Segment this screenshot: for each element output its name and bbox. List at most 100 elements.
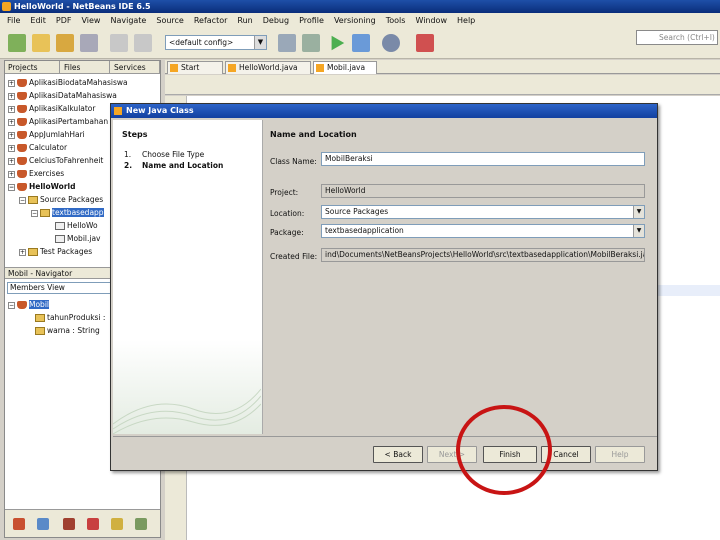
project-icon [17, 105, 27, 113]
menu-view[interactable]: View [76, 16, 105, 25]
package-label: Package: [270, 228, 304, 237]
open-project-icon[interactable] [56, 34, 74, 52]
profile-icon[interactable] [382, 34, 400, 52]
undo-icon[interactable] [110, 34, 128, 52]
start-page-icon [170, 64, 178, 72]
menu-debug[interactable]: Debug [258, 16, 294, 25]
step-choose-file-type: 1. Choose File Type [124, 150, 205, 159]
tab-mobil-java[interactable]: Mobil.java [313, 61, 377, 74]
project-field: HelloWorld [321, 184, 645, 198]
field-icon [35, 314, 45, 322]
new-project-icon[interactable] [32, 34, 50, 52]
search-placeholder: Search (Ctrl+I) [659, 33, 715, 42]
tab-start-page[interactable]: Start Page [167, 61, 223, 84]
project-icon [17, 92, 27, 100]
filter-icon[interactable] [135, 518, 147, 530]
steps-title: Steps [122, 130, 148, 139]
tree-item[interactable]: + AplikasiDataMahasiswa [8, 90, 163, 101]
created-file-field: ind\Documents\NetBeansProjects\HelloWorl… [321, 248, 645, 262]
projects-tabs: Projects Files Services [5, 61, 160, 74]
back-button[interactable]: < Back [373, 446, 423, 463]
project-icon [17, 183, 27, 191]
pdf-icon[interactable] [416, 34, 434, 52]
java-file-icon [228, 64, 236, 72]
chevron-down-icon: ▼ [633, 225, 644, 237]
chevron-down-icon[interactable]: ▼ [254, 36, 266, 49]
config-value: <default config> [169, 38, 234, 47]
project-icon [17, 131, 27, 139]
menu-bar: File Edit PDF View Navigate Source Refac… [0, 13, 720, 27]
section-title: Name and Location [270, 130, 357, 139]
tab-helloworld-java[interactable]: HelloWorld.java [225, 61, 311, 74]
project-icon [17, 144, 27, 152]
save-all-icon[interactable] [80, 34, 98, 52]
editor-toolbar [165, 75, 720, 95]
netbeans-app-icon [2, 2, 11, 11]
filter-icon[interactable] [13, 518, 25, 530]
tree-item[interactable]: + AplikasiBiodataMahasiswa [8, 77, 163, 88]
step-name-and-location: 2. Name and Location [124, 161, 224, 170]
config-select[interactable]: <default config> ▼ [165, 35, 267, 50]
dialog-title-bar: New Java Class [111, 104, 657, 118]
editor-tabs: Start Page HelloWorld.java Mobil.java [165, 60, 720, 84]
tab-files[interactable]: Files [61, 61, 110, 74]
tab-projects[interactable]: Projects [5, 61, 60, 74]
clean-build-icon[interactable] [302, 34, 320, 52]
menu-run[interactable]: Run [232, 16, 257, 25]
folder-icon [28, 248, 38, 256]
dialog-title: New Java Class [126, 106, 194, 115]
current-line-highlight [655, 285, 720, 296]
navigator-filter-bar [5, 509, 160, 537]
content-pane: Name and Location Class Name: MobilBerak… [265, 120, 657, 434]
search-input[interactable]: Search (Ctrl+I) [636, 30, 718, 45]
run-icon[interactable] [331, 35, 345, 51]
java-file-icon [55, 222, 65, 230]
editor-right-area [655, 96, 720, 540]
new-file-icon[interactable] [8, 34, 26, 52]
menu-tools[interactable]: Tools [381, 16, 411, 25]
menu-help[interactable]: Help [452, 16, 480, 25]
class-icon [17, 301, 27, 309]
main-toolbar [0, 27, 720, 59]
menu-navigate[interactable]: Navigate [105, 16, 151, 25]
menu-profile[interactable]: Profile [294, 16, 329, 25]
project-icon [17, 118, 27, 126]
help-button[interactable]: Help [595, 446, 645, 463]
class-name-label: Class Name: [270, 157, 317, 166]
steps-pane: Steps 1. Choose File Type 2. Name and Loca… [113, 120, 263, 434]
project-label: Project: [270, 188, 299, 197]
field-icon [35, 327, 45, 335]
redo-icon[interactable] [134, 34, 152, 52]
tab-services[interactable]: Services [111, 61, 160, 74]
menu-refactor[interactable]: Refactor [189, 16, 233, 25]
window-title: HelloWorld - NetBeans IDE 6.5 [14, 2, 151, 11]
location-label: Location: [270, 209, 305, 218]
decorative-wave [113, 388, 261, 434]
folder-icon [28, 196, 38, 204]
class-name-input[interactable]: MobilBeraksi [321, 152, 645, 166]
java-file-icon [55, 235, 65, 243]
dialog-separator [113, 436, 657, 437]
project-icon [17, 170, 27, 178]
build-hammer-icon[interactable] [278, 34, 296, 52]
menu-versioning[interactable]: Versioning [329, 16, 381, 25]
java-file-icon [316, 64, 324, 72]
menu-window[interactable]: Window [410, 16, 452, 25]
location-select[interactable]: Source Packages ▼ [321, 205, 645, 219]
menu-edit[interactable]: Edit [25, 16, 51, 25]
new-java-class-dialog: New Java Class Steps 1. Choose File Type … [110, 103, 658, 471]
menu-source[interactable]: Source [151, 16, 188, 25]
annotation-circle [456, 405, 552, 495]
filter-icon[interactable] [63, 518, 75, 530]
netbeans-app-icon [114, 107, 122, 115]
debug-icon[interactable] [352, 34, 370, 52]
project-icon [17, 79, 27, 87]
filter-icon[interactable] [111, 518, 123, 530]
menu-pdf[interactable]: PDF [51, 16, 77, 25]
filter-icon[interactable] [87, 518, 99, 530]
created-file-label: Created File: [270, 252, 318, 261]
menu-file[interactable]: File [2, 16, 25, 25]
package-select[interactable]: textbasedapplication ▼ [321, 224, 645, 238]
package-icon [40, 209, 50, 217]
filter-icon[interactable] [37, 518, 49, 530]
